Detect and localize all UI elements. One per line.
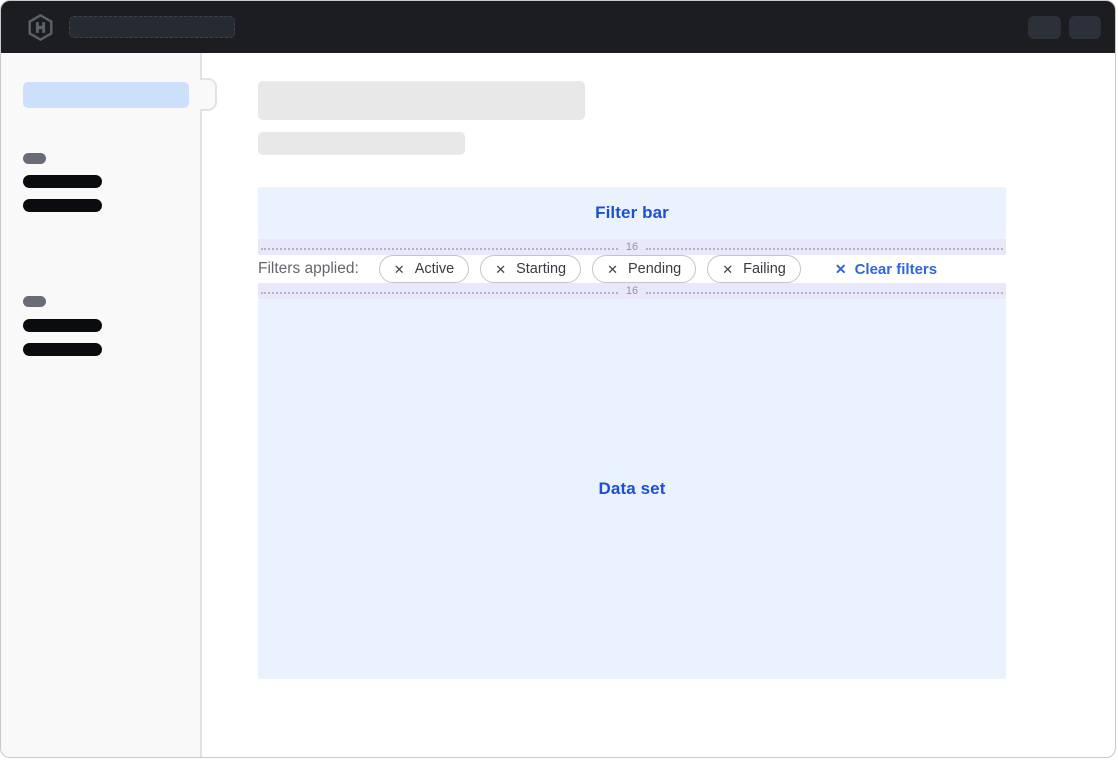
filter-tag-starting[interactable]: ✕ Starting <box>480 255 581 283</box>
spacing-dotted-line <box>646 248 1003 250</box>
filters-applied-label: Filters applied: <box>258 260 359 278</box>
topbar-search-placeholder[interactable] <box>69 16 235 38</box>
page-title-placeholder <box>258 81 585 120</box>
filter-tag-active[interactable]: ✕ Active <box>379 255 469 283</box>
sidebar-item-placeholder[interactable] <box>23 199 102 212</box>
clear-filters-button[interactable]: ✕ Clear filters <box>835 261 937 278</box>
clear-filters-label: Clear filters <box>855 261 938 278</box>
data-set-region: Data set <box>258 299 1006 679</box>
spacing-indicator-bottom: 16 <box>258 283 1006 299</box>
dismiss-icon[interactable]: ✕ <box>607 263 618 276</box>
sidebar-item-placeholder[interactable] <box>23 175 102 188</box>
data-set-region-label: Data set <box>599 479 666 499</box>
dismiss-icon[interactable]: ✕ <box>394 263 405 276</box>
page-subtitle-placeholder <box>258 132 465 155</box>
app-window: Filter bar 16 Filters applied: ✕ Active … <box>0 0 1116 758</box>
sidebar-item-placeholder[interactable] <box>23 343 102 356</box>
filter-tag-label: Active <box>415 261 455 277</box>
sidebar-section-label-placeholder-1 <box>23 153 46 164</box>
sidebar-item-placeholder[interactable] <box>23 319 102 332</box>
filter-tag-label: Pending <box>628 261 681 277</box>
filter-tag-label: Failing <box>743 261 786 277</box>
sidebar-active-item[interactable] <box>23 82 189 108</box>
filter-bar-region: Filter bar <box>258 187 1006 239</box>
filter-tag-label: Starting <box>516 261 566 277</box>
topbar-action-placeholder-1[interactable] <box>1028 16 1061 39</box>
filters-applied-row: Filters applied: ✕ Active ✕ Starting ✕ P… <box>258 255 1006 283</box>
filter-bar-region-label: Filter bar <box>595 203 669 223</box>
filter-tag-failing[interactable]: ✕ Failing <box>707 255 801 283</box>
spacing-dotted-line <box>261 248 618 250</box>
topbar-action-placeholder-2[interactable] <box>1069 16 1101 39</box>
topbar <box>1 1 1115 53</box>
clear-filters-icon[interactable]: ✕ <box>835 261 847 278</box>
filter-tag-pending[interactable]: ✕ Pending <box>592 255 696 283</box>
sidebar-section-label-placeholder-2 <box>23 296 46 307</box>
sidebar <box>1 53 202 757</box>
dismiss-icon[interactable]: ✕ <box>495 263 506 276</box>
spacing-value: 16 <box>618 283 646 299</box>
sidebar-flyout-handle[interactable] <box>200 78 217 111</box>
spacing-value: 16 <box>618 239 646 255</box>
spacing-dotted-line <box>646 292 1003 294</box>
hashicorp-logo-icon <box>27 14 54 41</box>
dismiss-icon[interactable]: ✕ <box>722 263 733 276</box>
spacing-indicator-top: 16 <box>258 239 1006 255</box>
spacing-dotted-line <box>261 292 618 294</box>
